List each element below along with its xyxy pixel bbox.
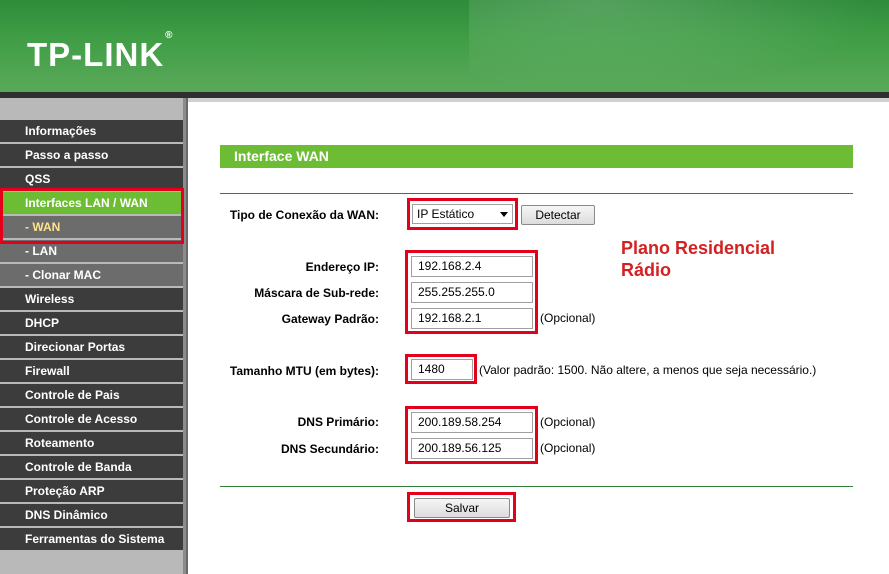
sidebar-item-firewall[interactable]: Firewall — [0, 360, 183, 384]
wan-type-label: Tipo de Conexão da WAN: — [229, 208, 379, 222]
secondary-dns-label: DNS Secundário: — [280, 442, 379, 456]
sidebar-item-controle-de-acesso[interactable]: Controle de Acesso — [0, 408, 183, 432]
sidebar-item-protecao-arp[interactable]: Proteção ARP — [0, 480, 183, 504]
ip-address-label: Endereço IP: — [305, 260, 379, 274]
mtu-note: (Valor padrão: 1500. Não altere, a menos… — [479, 363, 817, 377]
tp-link-logo: TP-LINK® — [27, 30, 174, 73]
sidebar-item-passo-a-passo[interactable]: Passo a passo — [0, 144, 183, 168]
header: TP-LINK® — [0, 0, 889, 92]
sidebar-item-roteamento[interactable]: Roteamento — [0, 432, 183, 456]
mtu-label: Tamanho MTU (em bytes): — [229, 364, 379, 378]
save-highlight-box — [407, 492, 516, 522]
sidebar-item-dns-dinamico[interactable]: DNS Dinâmico — [0, 504, 183, 528]
sidebar-item-clonar-mac[interactable]: - Clonar MAC — [0, 264, 183, 288]
page-title: Interface WAN — [220, 145, 853, 168]
primary-dns-label: DNS Primário: — [297, 415, 379, 429]
plan-annotation: Plano Residencial Rádio — [621, 237, 775, 281]
sidebar-item-wireless[interactable]: Wireless — [0, 288, 183, 312]
top-divider-line — [220, 193, 853, 194]
sidebar: Informações Passo a passo QSS Interfaces… — [0, 98, 186, 574]
bottom-divider-line — [220, 486, 853, 487]
header-shine — [469, 0, 889, 92]
primary-dns-optional-note: (Opcional) — [540, 415, 596, 429]
sidebar-item-informacoes[interactable]: Informações — [0, 120, 183, 144]
detect-button[interactable]: Detectar — [521, 205, 595, 225]
gateway-optional-note: (Opcional) — [540, 311, 596, 325]
sidebar-highlight-box — [0, 188, 184, 244]
plan-annotation-line1: Plano Residencial — [621, 238, 776, 258]
ip-fields-highlight-box — [405, 250, 538, 334]
wan-type-highlight-box — [407, 198, 518, 230]
sidebar-item-dhcp[interactable]: DHCP — [0, 312, 183, 336]
sidebar-item-controle-de-banda[interactable]: Controle de Banda — [0, 456, 183, 480]
plan-annotation-line2: Rádio — [621, 260, 672, 280]
sidebar-item-ferramentas-do-sistema[interactable]: Ferramentas do Sistema — [0, 528, 183, 552]
subnet-mask-label: Máscara de Sub-rede: — [254, 286, 379, 300]
sidebar-menu: Informações Passo a passo QSS Interfaces… — [0, 120, 183, 552]
sidebar-item-controle-de-pais[interactable]: Controle de Pais — [0, 384, 183, 408]
mtu-highlight-box — [405, 354, 477, 384]
dns-fields-highlight-box — [405, 406, 538, 464]
sidebar-item-direcionar-portas[interactable]: Direcionar Portas — [0, 336, 183, 360]
secondary-dns-optional-note: (Opcional) — [540, 441, 596, 455]
main-content: Interface WAN Tipo de Conexão da WAN: IP… — [188, 102, 889, 574]
gateway-label: Gateway Padrão: — [281, 312, 379, 326]
